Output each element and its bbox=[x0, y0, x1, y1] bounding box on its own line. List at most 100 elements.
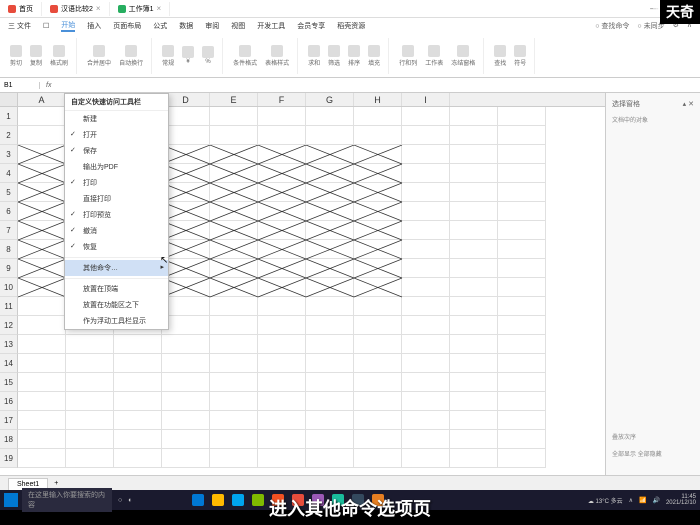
cell[interactable] bbox=[402, 164, 450, 183]
cell[interactable] bbox=[354, 164, 402, 183]
cell[interactable] bbox=[258, 259, 306, 278]
cell[interactable] bbox=[450, 183, 498, 202]
cell[interactable] bbox=[354, 278, 402, 297]
row-header[interactable]: 15 bbox=[0, 373, 18, 392]
file-menu[interactable]: 三 文件 bbox=[8, 21, 31, 31]
cell[interactable] bbox=[354, 354, 402, 373]
cell[interactable] bbox=[306, 164, 354, 183]
cell[interactable] bbox=[402, 354, 450, 373]
row-header[interactable]: 18 bbox=[0, 430, 18, 449]
cell[interactable] bbox=[354, 449, 402, 468]
cell[interactable] bbox=[450, 373, 498, 392]
cell[interactable] bbox=[498, 164, 546, 183]
search-command[interactable]: ○ 查找命令 bbox=[595, 21, 629, 31]
cell[interactable] bbox=[210, 316, 258, 335]
cell[interactable] bbox=[210, 221, 258, 240]
cell[interactable] bbox=[258, 202, 306, 221]
cell[interactable] bbox=[18, 278, 66, 297]
cell[interactable] bbox=[18, 449, 66, 468]
cell[interactable] bbox=[162, 259, 210, 278]
cell[interactable] bbox=[498, 202, 546, 221]
cell[interactable] bbox=[306, 297, 354, 316]
cell[interactable] bbox=[354, 392, 402, 411]
cell[interactable] bbox=[258, 449, 306, 468]
cell[interactable] bbox=[258, 221, 306, 240]
ribbon-button[interactable]: 表格样式 bbox=[263, 45, 291, 67]
cell[interactable] bbox=[18, 126, 66, 145]
cell[interactable] bbox=[18, 164, 66, 183]
cell[interactable] bbox=[354, 259, 402, 278]
cell[interactable] bbox=[306, 126, 354, 145]
cell[interactable] bbox=[162, 221, 210, 240]
ribbon-button[interactable]: 复制 bbox=[28, 45, 44, 67]
row-header[interactable]: 19 bbox=[0, 449, 18, 468]
cell[interactable] bbox=[498, 240, 546, 259]
stack-order[interactable]: 叠放次序 bbox=[610, 428, 696, 445]
tab-workbook[interactable]: 工作簿1× bbox=[110, 2, 171, 16]
dropdown-item[interactable]: 其他命令…▸ bbox=[65, 260, 168, 276]
cell[interactable] bbox=[306, 202, 354, 221]
cell[interactable] bbox=[402, 259, 450, 278]
cell[interactable] bbox=[162, 354, 210, 373]
cell[interactable] bbox=[258, 354, 306, 373]
tab-dev[interactable]: 开发工具 bbox=[257, 21, 285, 31]
cell[interactable] bbox=[18, 297, 66, 316]
cell[interactable] bbox=[498, 183, 546, 202]
row-header[interactable]: 6 bbox=[0, 202, 18, 221]
cell[interactable] bbox=[450, 335, 498, 354]
add-sheet-button[interactable]: + bbox=[48, 480, 64, 487]
cell[interactable] bbox=[450, 107, 498, 126]
row-header[interactable]: 8 bbox=[0, 240, 18, 259]
tab-resource[interactable]: 稻壳资源 bbox=[337, 21, 365, 31]
tab-insert[interactable]: 插入 bbox=[87, 21, 101, 31]
row-header[interactable]: 12 bbox=[0, 316, 18, 335]
name-box[interactable]: B1 bbox=[0, 82, 40, 89]
cell[interactable] bbox=[354, 183, 402, 202]
cell[interactable] bbox=[402, 240, 450, 259]
row-header[interactable]: 3 bbox=[0, 145, 18, 164]
cell[interactable] bbox=[306, 430, 354, 449]
cell[interactable] bbox=[354, 297, 402, 316]
ribbon-button[interactable]: 常规 bbox=[160, 45, 176, 67]
cell[interactable] bbox=[162, 392, 210, 411]
cell[interactable] bbox=[162, 335, 210, 354]
cell[interactable] bbox=[210, 164, 258, 183]
cell[interactable] bbox=[258, 240, 306, 259]
cell[interactable] bbox=[258, 107, 306, 126]
row-header[interactable]: 5 bbox=[0, 183, 18, 202]
cell[interactable] bbox=[162, 297, 210, 316]
dropdown-item[interactable]: 放置在功能区之下 bbox=[65, 297, 168, 313]
cell[interactable] bbox=[402, 449, 450, 468]
cell[interactable] bbox=[210, 392, 258, 411]
ribbon-button[interactable]: % bbox=[200, 46, 216, 65]
cell[interactable] bbox=[306, 278, 354, 297]
cell[interactable] bbox=[162, 373, 210, 392]
cell[interactable] bbox=[18, 259, 66, 278]
cell[interactable] bbox=[306, 316, 354, 335]
cell[interactable] bbox=[258, 297, 306, 316]
cell[interactable] bbox=[18, 202, 66, 221]
cell[interactable] bbox=[18, 316, 66, 335]
tab-review[interactable]: 审阅 bbox=[205, 21, 219, 31]
cell[interactable] bbox=[114, 430, 162, 449]
dropdown-item[interactable]: 打印预览 bbox=[65, 207, 168, 223]
cell[interactable] bbox=[498, 278, 546, 297]
cell[interactable] bbox=[18, 411, 66, 430]
cell[interactable] bbox=[450, 449, 498, 468]
cell[interactable] bbox=[210, 240, 258, 259]
cell[interactable] bbox=[450, 411, 498, 430]
cell[interactable] bbox=[306, 354, 354, 373]
cell[interactable] bbox=[402, 392, 450, 411]
cell[interactable] bbox=[450, 202, 498, 221]
row-header[interactable]: 16 bbox=[0, 392, 18, 411]
cell[interactable] bbox=[66, 411, 114, 430]
cell[interactable] bbox=[258, 411, 306, 430]
cell[interactable] bbox=[354, 316, 402, 335]
cell[interactable] bbox=[450, 221, 498, 240]
ribbon-button[interactable]: ¥ bbox=[180, 46, 196, 65]
cell[interactable] bbox=[450, 316, 498, 335]
cell[interactable] bbox=[114, 335, 162, 354]
ribbon-button[interactable]: 自动换行 bbox=[117, 45, 145, 67]
cell[interactable] bbox=[498, 297, 546, 316]
row-header[interactable]: 1 bbox=[0, 107, 18, 126]
